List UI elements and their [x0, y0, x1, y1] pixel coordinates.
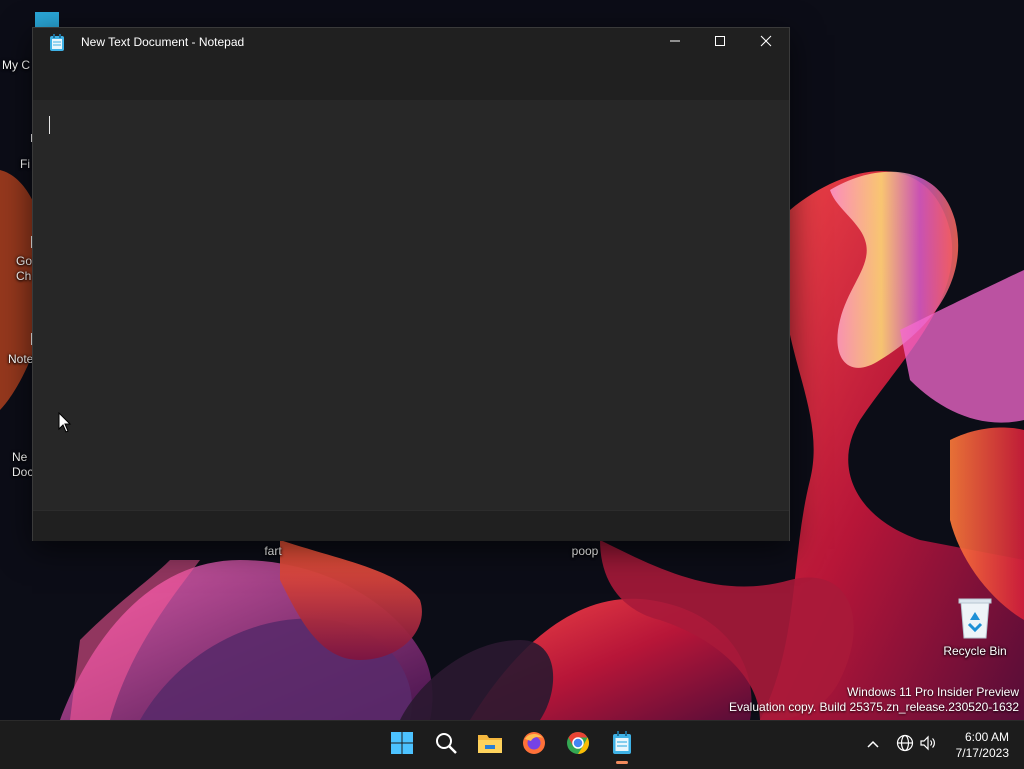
desktop-icon-recycle-bin[interactable]: Recycle Bin	[937, 596, 1013, 659]
evaluation-watermark: Windows 11 Pro Insider Preview Evaluatio…	[729, 685, 1019, 715]
file-explorer-button[interactable]	[470, 729, 510, 761]
close-icon	[760, 34, 772, 52]
maximize-icon	[714, 34, 726, 52]
desktop-icon-label: Recycle Bin	[943, 644, 1007, 658]
firefox-icon	[522, 731, 546, 760]
text-editor[interactable]	[33, 100, 789, 510]
network-globe-icon	[896, 734, 914, 757]
minimize-button[interactable]	[652, 28, 698, 58]
maximize-button[interactable]	[697, 28, 743, 58]
active-app-indicator	[616, 761, 628, 764]
desktop-icon-label: Ne Doc	[12, 450, 34, 479]
clock-time: 6:00 AM	[964, 730, 1009, 744]
volume-icon	[919, 734, 937, 757]
volume-button[interactable]	[917, 734, 939, 756]
recycle-bin-icon	[955, 596, 995, 640]
desktop-icon-label: fart	[264, 544, 282, 558]
taskbar: 6:00 AM 7/17/2023	[0, 720, 1024, 769]
notepad-window[interactable]: New Text Document - Notepad	[32, 27, 790, 541]
mouse-cursor-icon	[58, 412, 72, 433]
watermark-edition: Windows 11 Pro Insider Preview	[847, 685, 1019, 699]
search-button[interactable]	[426, 729, 466, 761]
minimize-icon	[669, 34, 681, 52]
notepad-icon	[612, 730, 632, 760]
desktop-icon-label: Go Ch	[16, 254, 33, 283]
menu-bar	[33, 58, 789, 100]
search-icon	[434, 731, 458, 760]
start-button[interactable]	[382, 729, 422, 761]
text-caret	[49, 116, 50, 134]
taskbar-clock[interactable]: 6:00 AM 7/17/2023	[956, 729, 1009, 761]
notepad-taskbar-button[interactable]	[602, 729, 642, 764]
desktop-icon-label: My C	[2, 58, 30, 72]
file-explorer-icon	[477, 732, 503, 759]
desktop-icon-label: Note	[8, 352, 34, 366]
desktop-icon-label: poop	[571, 544, 599, 558]
clock-date: 7/17/2023	[955, 746, 1009, 760]
status-bar	[33, 510, 789, 541]
watermark-build: Evaluation copy. Build 25375.zn_release.…	[729, 700, 1019, 714]
firefox-taskbar-button[interactable]	[514, 729, 554, 761]
title-bar[interactable]: New Text Document - Notepad	[33, 28, 789, 58]
chrome-taskbar-button[interactable]	[558, 729, 598, 761]
chevron-up-icon	[866, 736, 880, 754]
notepad-icon	[49, 34, 65, 52]
windows-start-icon	[390, 731, 414, 760]
desktop-icon-label: Fi	[20, 157, 30, 171]
show-hidden-icons-button[interactable]	[862, 734, 884, 756]
window-title: New Text Document - Notepad	[81, 35, 245, 49]
network-button[interactable]	[894, 734, 916, 756]
close-button[interactable]	[743, 28, 789, 58]
chrome-icon	[566, 731, 590, 760]
